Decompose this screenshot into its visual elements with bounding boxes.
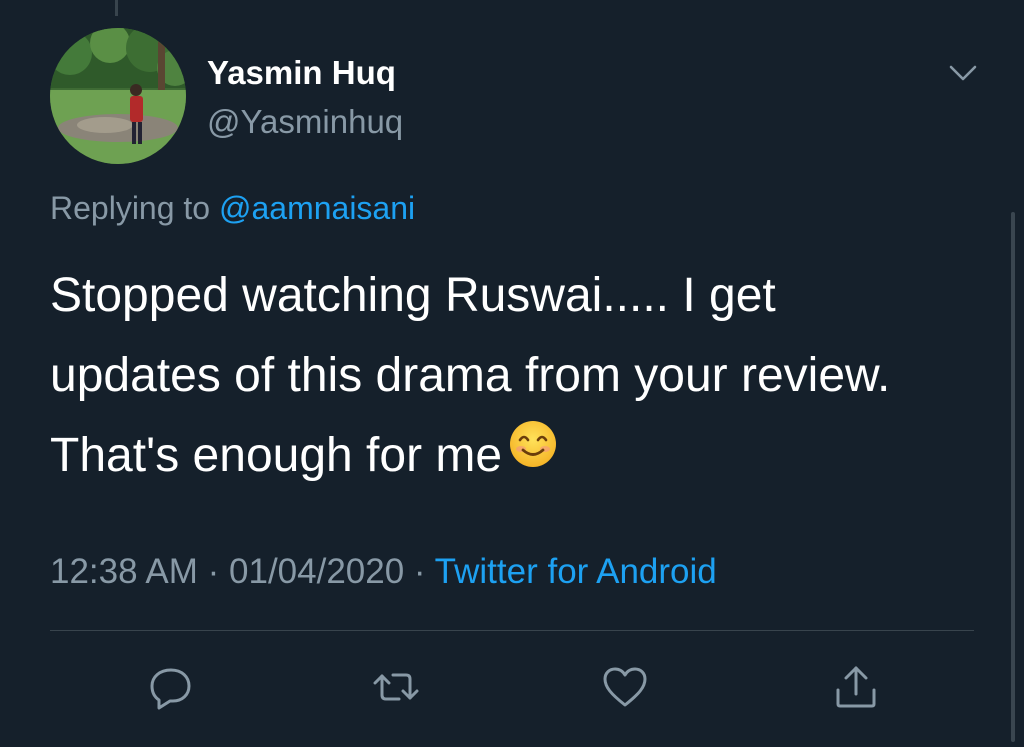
retweet-icon[interactable]: [371, 662, 421, 712]
tweet-time: 12:38 AM: [50, 552, 198, 591]
meta-separator: ·: [207, 552, 220, 591]
tweet-text: Stopped watching Ruswai..... I get updat…: [50, 256, 930, 498]
like-icon[interactable]: [600, 662, 650, 712]
tweet-metadata: 12:38 AM · 01/04/2020 · Twitter for Andr…: [50, 552, 717, 592]
thread-connector-line: [115, 0, 118, 16]
scrollbar[interactable]: [1011, 212, 1015, 742]
avatar[interactable]: [50, 28, 186, 164]
replying-to-mention[interactable]: @aamnaisani: [219, 190, 415, 226]
display-name[interactable]: Yasmin Huq: [207, 54, 396, 92]
reply-icon[interactable]: [146, 662, 196, 712]
share-icon[interactable]: [831, 662, 881, 712]
tweet-source-link[interactable]: Twitter for Android: [435, 552, 717, 591]
chevron-down-icon[interactable]: [946, 58, 980, 88]
divider: [50, 630, 974, 631]
meta-separator: ·: [413, 552, 426, 591]
tweet-date: 01/04/2020: [229, 552, 405, 591]
smiling-face-emoji-icon: [508, 414, 558, 494]
replying-to-line: Replying to @aamnaisani: [50, 190, 415, 227]
tweet-detail-screen: Yasmin Huq @Yasminhuq Replying to @aamna…: [0, 0, 1024, 747]
tweet-body: Stopped watching Ruswai..... I get updat…: [50, 269, 891, 482]
username-handle[interactable]: @Yasminhuq: [207, 103, 403, 141]
replying-to-label: Replying to: [50, 190, 219, 226]
